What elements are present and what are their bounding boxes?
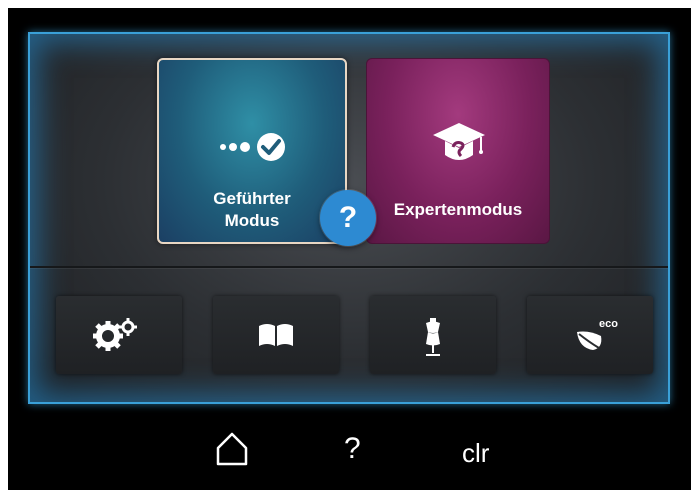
settings-button[interactable] (56, 296, 182, 374)
guided-mode-label-line2: Modus (224, 211, 280, 230)
help-button[interactable]: ? (344, 434, 361, 464)
home-icon[interactable] (214, 430, 250, 473)
eco-label: eco (599, 318, 618, 330)
expert-mode-tile[interactable]: Expertenmodus (366, 58, 550, 244)
eco-mode-button[interactable]: eco (527, 296, 653, 374)
device-frame: Geführter Modus Expertenmodus ? eco ? cl… (8, 8, 691, 490)
section-divider (30, 266, 668, 268)
expert-mode-label: Expertenmodus (393, 200, 523, 219)
main-screen: Geführter Modus Expertenmodus ? eco (28, 32, 670, 404)
guided-steps-icon (215, 130, 289, 169)
guided-mode-label: Geführter Modus (159, 188, 345, 232)
tutorial-button[interactable] (213, 296, 339, 374)
bottom-bar: ? clr (8, 408, 691, 490)
clear-button[interactable]: clr (462, 438, 489, 468)
guided-mode-tile[interactable]: Geführter Modus (157, 58, 347, 244)
sewing-consultant-button[interactable] (370, 296, 496, 374)
graduation-cap-icon (429, 119, 489, 174)
guided-mode-label-line1: Geführter (213, 189, 291, 208)
help-bubble-button[interactable]: ? (320, 190, 376, 246)
